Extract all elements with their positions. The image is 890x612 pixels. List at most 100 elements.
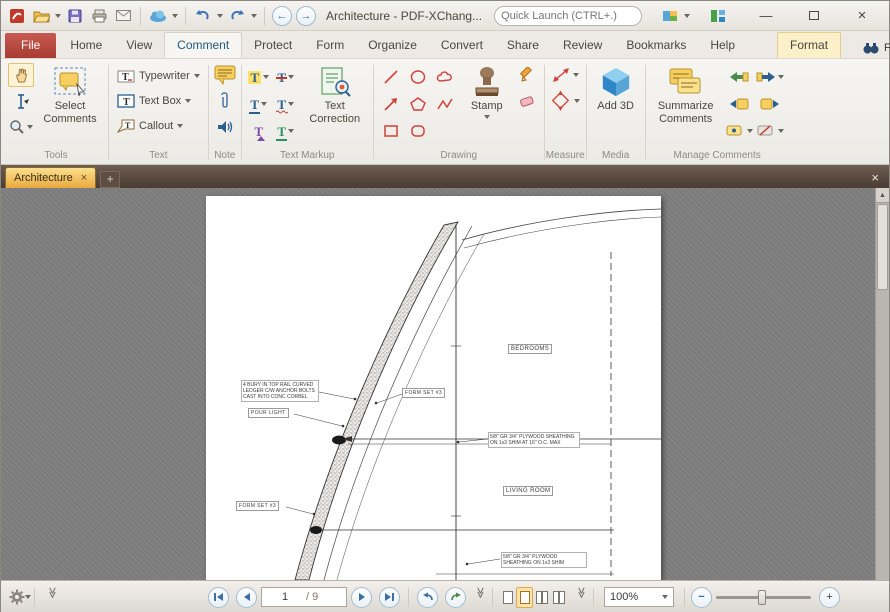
next-view-button[interactable] xyxy=(445,586,466,608)
area-tool-button[interactable] xyxy=(549,89,581,113)
zoom-out-button[interactable]: − xyxy=(691,586,712,608)
tab-convert[interactable]: Convert xyxy=(429,33,495,58)
previous-comment-button[interactable] xyxy=(724,92,754,116)
select-text-tool-button[interactable] xyxy=(8,89,34,113)
text-correction-button[interactable]: Text Correction xyxy=(301,63,369,128)
stamp-caret[interactable] xyxy=(483,114,490,119)
polyline-tool-button[interactable] xyxy=(432,92,458,116)
first-page-button[interactable] xyxy=(208,586,229,608)
tab-help[interactable]: Help xyxy=(698,33,747,58)
tab-bookmarks[interactable]: Bookmarks xyxy=(614,33,698,58)
page-number-input[interactable] xyxy=(266,591,304,603)
cloud-tool-button[interactable] xyxy=(432,65,458,89)
redo-caret[interactable] xyxy=(251,13,257,18)
single-page-layout-button[interactable] xyxy=(499,587,516,608)
add-3d-button[interactable]: Add 3D xyxy=(591,63,641,116)
replace-caret[interactable] xyxy=(288,129,295,133)
sticky-note-button[interactable] xyxy=(213,63,237,87)
undo-caret[interactable] xyxy=(217,13,223,18)
zoom-tool-caret[interactable] xyxy=(27,125,33,129)
document-tab-architecture[interactable]: Architecture × xyxy=(5,167,97,188)
callout-button[interactable]: T Callout xyxy=(113,115,204,137)
zoom-dropdown-caret[interactable] xyxy=(662,595,668,599)
close-document-button[interactable]: × xyxy=(865,170,885,188)
text-box-button[interactable]: T Text Box xyxy=(113,90,204,112)
underline-text-button[interactable]: T xyxy=(246,92,272,116)
select-comments-button[interactable]: Select Comments xyxy=(36,63,104,128)
undo-button[interactable] xyxy=(193,6,213,26)
options-gear-caret[interactable] xyxy=(25,595,31,599)
typewriter-button[interactable]: T Typewriter xyxy=(113,65,204,87)
previous-view-button[interactable] xyxy=(417,586,438,608)
email-button[interactable] xyxy=(113,6,133,26)
sound-annotation-button[interactable] xyxy=(213,115,237,139)
cloud-caret[interactable] xyxy=(172,13,178,18)
next-page-button[interactable] xyxy=(351,586,372,608)
hand-tool-button[interactable] xyxy=(8,63,34,87)
last-page-button[interactable] xyxy=(379,586,400,608)
zoom-in-button[interactable]: + xyxy=(819,586,840,608)
history-back-button[interactable]: ← xyxy=(272,5,292,26)
scrollbar-thumb[interactable] xyxy=(877,204,888,290)
quick-launch-input[interactable] xyxy=(501,9,644,22)
area-caret[interactable] xyxy=(574,99,581,103)
replace-text-button[interactable]: T xyxy=(273,119,299,143)
squiggly-caret[interactable] xyxy=(288,102,295,106)
show-comments-button[interactable] xyxy=(724,119,754,143)
strikeout-caret[interactable] xyxy=(288,75,295,79)
line-tool-button[interactable] xyxy=(378,65,404,89)
text-box-caret[interactable] xyxy=(185,99,192,103)
tab-view[interactable]: View xyxy=(114,33,164,58)
export-comments-caret[interactable] xyxy=(777,75,784,79)
attach-file-button[interactable] xyxy=(213,89,237,113)
distance-tool-button[interactable] xyxy=(550,63,580,87)
tab-comment[interactable]: Comment xyxy=(164,32,243,58)
zoom-level-dropdown[interactable]: 100% xyxy=(604,587,674,607)
stamp-button[interactable]: Stamp xyxy=(460,63,514,122)
document-tab-close-icon[interactable]: × xyxy=(81,172,87,184)
polygon-tool-button[interactable] xyxy=(405,92,431,116)
insert-text-button[interactable]: T xyxy=(246,119,272,143)
two-page-continuous-layout-button[interactable] xyxy=(550,587,567,608)
options-gear-button[interactable] xyxy=(9,586,31,608)
pencil-tool-button[interactable] xyxy=(516,63,540,87)
tab-form[interactable]: Form xyxy=(304,33,356,58)
callout-caret[interactable] xyxy=(177,124,184,128)
open-file-button[interactable] xyxy=(31,6,51,26)
layout-options-chevron[interactable]: ≫ xyxy=(566,587,588,607)
tab-review[interactable]: Review xyxy=(551,33,614,58)
eraser-tool-button[interactable] xyxy=(516,89,540,113)
minimize-button[interactable]: — xyxy=(753,8,779,23)
summarize-comments-button[interactable]: Summarize Comments xyxy=(650,63,722,128)
ellipse-tool-button[interactable] xyxy=(405,65,431,89)
highlight-text-button[interactable]: T xyxy=(246,65,272,89)
redo-button[interactable] xyxy=(227,6,247,26)
typewriter-caret[interactable] xyxy=(193,74,200,78)
new-document-tab-button[interactable]: + xyxy=(100,171,121,188)
view-profiles-icon[interactable] xyxy=(660,6,680,26)
hide-comments-button[interactable] xyxy=(755,119,785,143)
view-history-chevron[interactable]: ≫ xyxy=(465,587,487,607)
view-profiles-caret[interactable] xyxy=(684,13,691,18)
scroll-up-button[interactable]: ▲ xyxy=(876,188,889,203)
zoom-slider[interactable] xyxy=(716,589,811,605)
highlight-caret[interactable] xyxy=(263,75,270,79)
save-button[interactable] xyxy=(65,6,85,26)
underline-caret[interactable] xyxy=(261,102,268,106)
close-button[interactable]: × xyxy=(849,7,875,24)
tab-protect[interactable]: Protect xyxy=(242,33,304,58)
previous-page-button[interactable] xyxy=(236,586,257,608)
zoom-slider-thumb[interactable] xyxy=(757,589,766,605)
strikeout-text-button[interactable]: T xyxy=(273,65,299,89)
restore-button[interactable] xyxy=(801,8,827,23)
find-button[interactable]: Find... xyxy=(855,38,890,58)
cloud-button[interactable] xyxy=(148,6,168,26)
tab-home[interactable]: Home xyxy=(58,33,114,58)
distance-caret[interactable] xyxy=(573,73,580,77)
arrow-tool-button[interactable] xyxy=(378,92,404,116)
tab-format[interactable]: Format xyxy=(777,32,842,58)
print-button[interactable] xyxy=(89,6,109,26)
tab-file[interactable]: File xyxy=(5,33,57,58)
tab-organize[interactable]: Organize xyxy=(356,33,429,58)
next-comment-button[interactable] xyxy=(755,92,785,116)
